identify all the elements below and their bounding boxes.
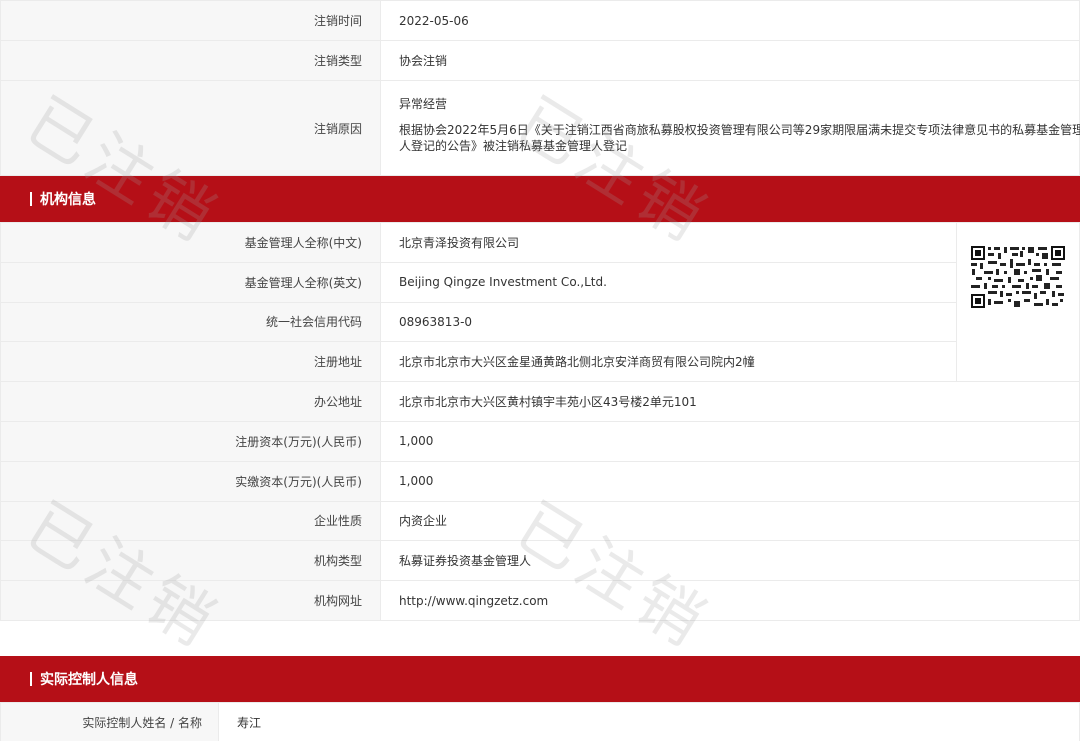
org-section-header: 机构信息	[0, 176, 1080, 222]
org-row-value: Beijing Qingze Investment Co.,Ltd.	[380, 261, 957, 303]
org-row-label: 基金管理人全称(中文)	[0, 222, 381, 263]
org-row-label: 实缴资本(万元)(人民币)	[0, 460, 381, 502]
org-row-value: 北京市北京市大兴区金星通黄路北侧北京安洋商贸有限公司院内2幢	[380, 341, 957, 383]
cancel-reason-value: 异常经营 根据协会2022年5月6日《关于注销江西省商旅私募股权投资管理有限公司…	[380, 80, 1080, 176]
org-row-value: 08963813-0	[380, 301, 957, 343]
table-row: 机构网址 http://www.qingzetz.com	[0, 580, 1080, 621]
table-row: 注册资本(万元)(人民币) 1,000	[0, 420, 1080, 462]
row-cancel-time: 注销时间 2022-05-06	[0, 0, 1080, 41]
table-row: 实缴资本(万元)(人民币) 1,000	[0, 460, 1080, 502]
table-row: 基金管理人全称(英文) Beijing Qingze Investment Co…	[0, 261, 1080, 303]
org-row-label: 企业性质	[0, 500, 381, 542]
cancel-reason-label: 注销原因	[0, 80, 381, 176]
controller-info-table: 实际控制人姓名 / 名称 寿江	[0, 701, 1080, 741]
org-row-label: 统一社会信用代码	[0, 301, 381, 343]
section-bar-mark	[30, 671, 32, 686]
org-row-label: 基金管理人全称(英文)	[0, 261, 381, 303]
cancel-info-table: 注销时间 2022-05-06 注销类型 协会注销 注销原因 异常经营 根据协会…	[0, 0, 1080, 176]
row-cancel-reason: 注销原因 异常经营 根据协会2022年5月6日《关于注销江西省商旅私募股权投资管…	[0, 80, 1080, 176]
table-row: 办公地址 北京市北京市大兴区黄村镇宇丰苑小区43号楼2单元101	[0, 381, 1080, 422]
cancel-reason-detail: 根据协会2022年5月6日《关于注销江西省商旅私募股权投资管理有限公司等29家期…	[399, 122, 1080, 153]
org-row-value: 北京青泽投资有限公司	[380, 222, 957, 263]
org-row-value: 1,000	[380, 460, 1080, 502]
org-row-label: 注册资本(万元)(人民币)	[0, 420, 381, 462]
org-row-value: 私募证券投资基金管理人	[380, 540, 1080, 582]
qr-code-cell	[956, 221, 1080, 383]
table-row: 企业性质 内资企业	[0, 500, 1080, 542]
org-section-title: 机构信息	[40, 192, 96, 208]
cancel-type-value: 协会注销	[380, 40, 1080, 81]
controller-name-value: 寿江	[218, 701, 1080, 741]
cancel-reason-category: 异常经营	[399, 96, 448, 111]
org-row-value: 北京市北京市大兴区黄村镇宇丰苑小区43号楼2单元101	[380, 381, 1080, 422]
org-row-label: 注册地址	[0, 341, 381, 383]
org-row-label: 机构类型	[0, 540, 381, 582]
controller-section-title: 实际控制人信息	[40, 671, 138, 688]
cancel-time-value: 2022-05-06	[380, 0, 1080, 41]
table-row: 注册地址 北京市北京市大兴区金星通黄路北侧北京安洋商贸有限公司院内2幢	[0, 341, 1080, 383]
controller-name-label: 实际控制人姓名 / 名称	[0, 701, 219, 741]
org-row-label: 办公地址	[0, 381, 381, 422]
qr-code-icon	[970, 245, 1066, 309]
section-gap	[0, 620, 1080, 656]
org-row-value: 1,000	[380, 420, 1080, 462]
table-row: 基金管理人全称(中文) 北京青泽投资有限公司	[0, 221, 1080, 383]
controller-section-header: 实际控制人信息	[0, 655, 1080, 702]
row-cancel-type: 注销类型 协会注销	[0, 40, 1080, 81]
cancel-time-label: 注销时间	[0, 0, 381, 41]
table-row: 机构类型 私募证券投资基金管理人	[0, 540, 1080, 582]
cancel-type-label: 注销类型	[0, 40, 381, 81]
table-row: 统一社会信用代码 08963813-0	[0, 301, 1080, 343]
org-row-label: 机构网址	[0, 580, 381, 621]
section-bar-mark	[30, 192, 32, 206]
org-row-value: 内资企业	[380, 500, 1080, 542]
org-info-table: 基金管理人全称(中文) 北京青泽投资有限公司 基金管理人全称(英文) Beiji…	[0, 221, 1080, 621]
table-row: 实际控制人姓名 / 名称 寿江	[0, 701, 1080, 741]
org-website-link[interactable]: http://www.qingzetz.com	[380, 580, 1080, 621]
